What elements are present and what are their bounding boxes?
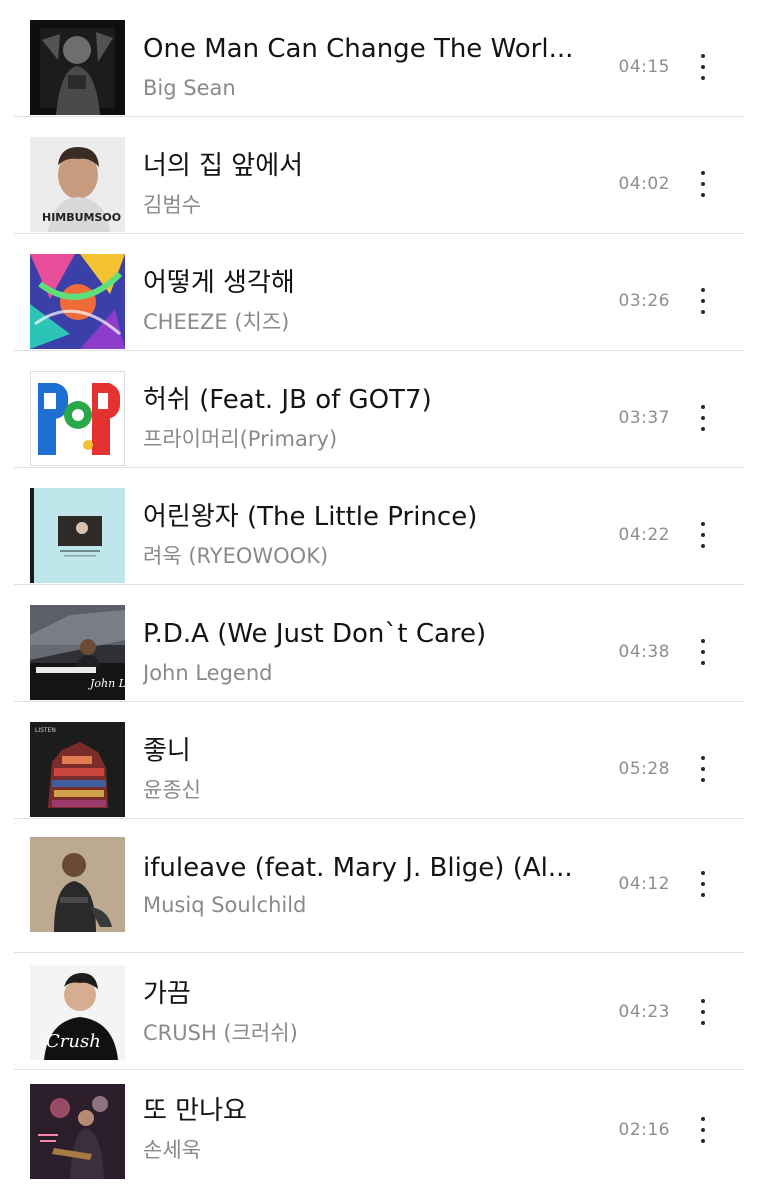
album-art-john-legend: John Legend — [30, 605, 125, 700]
track-row[interactable]: One Man Can Change The Worl... Big Sean … — [0, 0, 758, 117]
track-title: 너의 집 앞에서 — [143, 151, 304, 181]
track-title: One Man Can Change The Worl... — [143, 34, 574, 64]
album-art-crush: Crush — [30, 965, 125, 1060]
track-row[interactable]: John Legend P.D.A (We Just Don`t Care) J… — [0, 585, 758, 702]
track-row[interactable]: HIMBUMSOO 너의 집 앞에서 김범수 04:02 — [0, 117, 758, 234]
album-art-yoon-jong-shin: LISTEN — [30, 722, 125, 817]
album-art-musiq-soulchild — [30, 837, 125, 932]
track-artist: 윤종신 — [143, 778, 201, 802]
track-duration: 04:22 — [618, 525, 670, 545]
track-list: One Man Can Change The Worl... Big Sean … — [0, 0, 758, 1200]
track-title: 어린왕자 (The Little Prince) — [143, 502, 478, 532]
track-duration: 04:23 — [618, 1002, 670, 1022]
album-art-text: LISTEN — [35, 727, 56, 734]
track-artist: 김범수 — [143, 193, 201, 217]
more-options-icon[interactable] — [684, 1105, 722, 1155]
track-title: 허쉬 (Feat. JB of GOT7) — [143, 385, 432, 415]
track-duration: 05:28 — [618, 759, 670, 779]
track-row[interactable]: ifuleave (feat. Mary J. Blige) (Al... Mu… — [0, 819, 758, 953]
track-artist: CHEEZE (치즈) — [143, 310, 290, 334]
track-row[interactable]: LISTEN 좋니 윤종신 05:28 — [0, 702, 758, 819]
track-duration: 04:38 — [618, 642, 670, 662]
more-options-icon[interactable] — [684, 627, 722, 677]
track-duration: 04:02 — [618, 174, 670, 194]
more-options-icon[interactable] — [684, 42, 722, 92]
album-art-text: HIMBUMSOO — [42, 211, 121, 224]
more-options-icon[interactable] — [684, 987, 722, 1037]
track-title: P.D.A (We Just Don`t Care) — [143, 619, 487, 649]
more-options-icon[interactable] — [684, 393, 722, 443]
track-artist: John Legend — [143, 661, 273, 685]
album-art-big-sean — [30, 20, 125, 115]
album-art-kim-bum-soo: HIMBUMSOO — [30, 137, 125, 232]
track-title: 어떻게 생각해 — [143, 268, 295, 298]
track-artist: CRUSH (크러쉬) — [143, 1021, 298, 1045]
track-duration: 03:26 — [618, 291, 670, 311]
track-duration: 03:37 — [618, 408, 670, 428]
track-row[interactable]: Crush 가끔 CRUSH (크러쉬) 04:23 — [0, 953, 758, 1070]
track-row[interactable]: 또 만나요 손세욱 02:16 — [0, 1070, 758, 1200]
track-artist: Big Sean — [143, 76, 236, 100]
track-artist: 려욱 (RYEOWOOK) — [143, 544, 329, 568]
more-options-icon[interactable] — [684, 859, 722, 909]
album-art-text: John Legend — [88, 677, 125, 690]
track-title: 또 만나요 — [143, 1096, 247, 1126]
track-artist: 손세욱 — [143, 1138, 201, 1162]
track-title: 좋니 — [143, 736, 191, 766]
track-row[interactable]: 허쉬 (Feat. JB of GOT7) 프라이머리(Primary) 03:… — [0, 351, 758, 468]
track-duration: 02:16 — [618, 1120, 670, 1140]
track-duration: 04:12 — [618, 874, 670, 894]
more-options-icon[interactable] — [684, 276, 722, 326]
more-options-icon[interactable] — [684, 159, 722, 209]
album-art-primary — [30, 371, 125, 466]
track-row[interactable]: 어떻게 생각해 CHEEZE (치즈) 03:26 — [0, 234, 758, 351]
track-title: ifuleave (feat. Mary J. Blige) (Al... — [143, 853, 573, 883]
album-art-ryeowook — [30, 488, 125, 583]
track-row[interactable]: 어린왕자 (The Little Prince) 려욱 (RYEOWOOK) 0… — [0, 468, 758, 585]
album-art-cheeze — [30, 254, 125, 349]
track-title: 가끔 — [143, 979, 191, 1009]
track-duration: 04:15 — [618, 57, 670, 77]
track-artist: 프라이머리(Primary) — [143, 427, 338, 451]
more-options-icon[interactable] — [684, 510, 722, 560]
more-options-icon[interactable] — [684, 744, 722, 794]
album-art-text: Crush — [46, 1031, 101, 1052]
track-artist: Musiq Soulchild — [143, 893, 307, 917]
album-art-son-se-wook — [30, 1084, 125, 1179]
